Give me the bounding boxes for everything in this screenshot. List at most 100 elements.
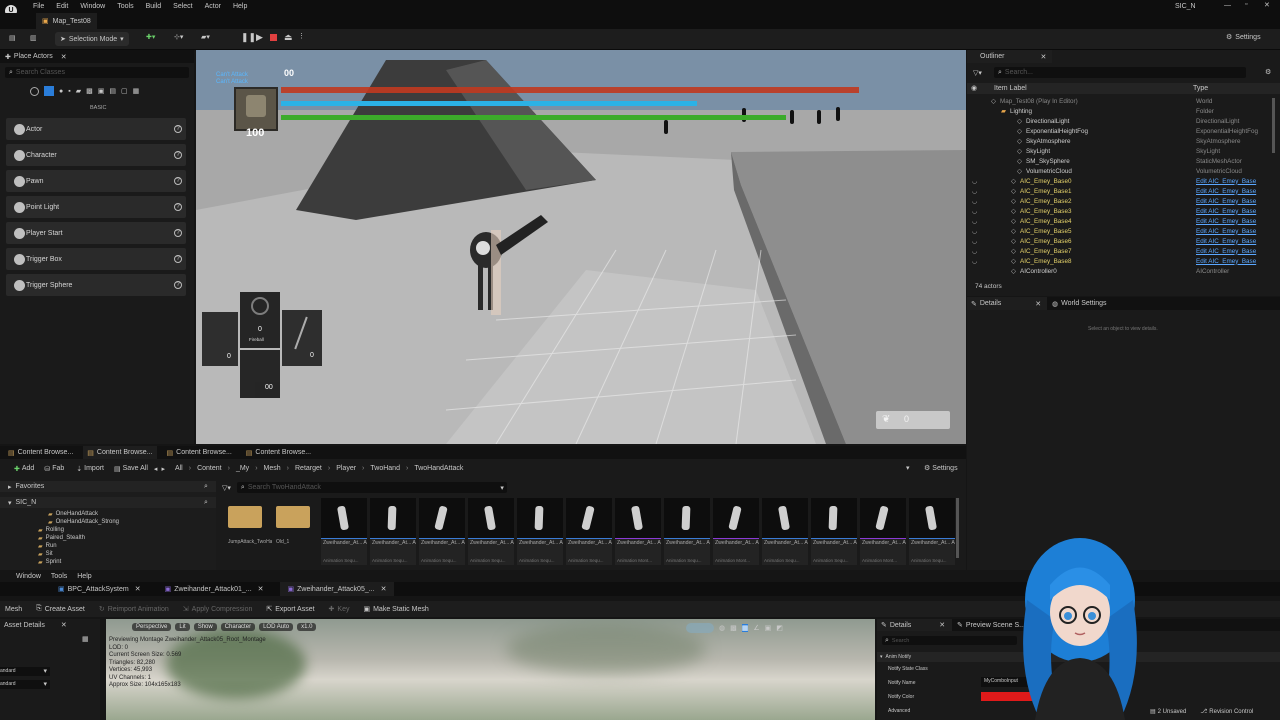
close-tab-icon[interactable]: ✕ (61, 53, 67, 61)
content-browser-tab[interactable]: ▤ Content Browse... (242, 446, 315, 459)
outliner-row[interactable]: ◇ VolumetricCloud VolumetricCloud (970, 166, 1272, 176)
close-window-icon[interactable]: ✕ (1264, 1, 1270, 9)
save-icon[interactable]: ▤ (9, 34, 16, 42)
root-header[interactable]: ▾ SIC_N (0, 497, 216, 508)
visibility-icon[interactable]: ◉ (971, 84, 977, 92)
folder-tree-item[interactable]: ▰ OneHandAttack (48, 510, 119, 518)
asset-tile[interactable]: Zweihander_At... Attack01_2... Animation … (860, 498, 906, 565)
content-browser-tab[interactable]: ▤ Content Browse... (83, 446, 157, 459)
menu-item-help[interactable]: Help (77, 573, 91, 580)
visibility-eye-icon[interactable]: ◡ (972, 238, 977, 245)
actor-item-pawn[interactable]: Pawn? (6, 170, 186, 192)
outliner-search-input[interactable]: ⌕ Search... (994, 67, 1246, 78)
all-classes-icon[interactable]: ▦ (133, 87, 140, 95)
content-browser-tab[interactable]: ▤ Content Browse... (163, 446, 236, 459)
volumes-icon[interactable]: ▤ (109, 87, 116, 95)
lights-icon[interactable]: ● (59, 88, 63, 95)
save-all-button[interactable]: ▤ Save All (114, 465, 148, 473)
menu-item-edit[interactable]: Edit (56, 3, 68, 10)
add-actor-icon[interactable]: ✚▾ (146, 33, 155, 41)
angle-icon[interactable]: ∠ (753, 624, 759, 632)
breadcrumb-item[interactable]: TwoHand (370, 465, 400, 472)
viewport-button[interactable]: Lit (175, 623, 190, 631)
outliner-row[interactable]: ◇ AIController0 AIController (970, 266, 1272, 276)
details-search-input[interactable]: ⌕ Search (882, 636, 1017, 645)
settings-button[interactable]: ⚙ Settings (924, 464, 958, 473)
visual-effects-icon[interactable]: ▩ (86, 87, 93, 95)
outliner-item-type[interactable]: Edit AIC_Emey_Base (1196, 238, 1256, 245)
breadcrumb-item[interactable]: _My (236, 465, 249, 472)
basic-icon[interactable] (44, 86, 54, 96)
unsaved-indicator[interactable]: ▤ 2 Unsaved (1150, 708, 1186, 716)
item-label-header[interactable]: Item Label (994, 85, 1027, 92)
breadcrumb-item[interactable]: All (175, 465, 183, 472)
globe-icon[interactable]: ◍ (719, 624, 725, 632)
viewport-button[interactable]: LOD Auto (259, 623, 294, 631)
help-icon[interactable]: ? (174, 229, 182, 237)
favorites-header[interactable]: ▸ Favorites (0, 481, 216, 492)
preview-viewport[interactable]: Perspective Lit Show Character LOD Auto x1.0 … (106, 619, 875, 720)
history-back-icon[interactable]: ◂ (154, 465, 158, 473)
breadcrumb-item[interactable]: Content (197, 465, 222, 472)
selection-mode-dropdown[interactable]: ➤ Selection Mode ▾ (55, 32, 129, 46)
details-tab[interactable]: ✎ Details ✕ (967, 297, 1047, 310)
shapes-icon[interactable]: ▪ (68, 88, 70, 95)
help-icon[interactable]: ? (174, 177, 182, 185)
grid-icon[interactable]: ▦ (82, 635, 89, 643)
outliner-row[interactable]: ◡ ◇ AIC_Emey_Base4 Edit AIC_Emey_Base (970, 216, 1272, 226)
asset-tile[interactable]: Zweihander_At... Attack01_1... Animation … (713, 498, 759, 565)
asset-tile[interactable]: Zweihander_At... Attack02_1... Animation … (419, 498, 465, 565)
stop-icon[interactable] (270, 34, 277, 41)
fab-button[interactable]: ⛁ Fab (44, 465, 64, 473)
classes-icon[interactable]: ▢ (121, 87, 128, 95)
world-settings-tab[interactable]: ◍ World Settings (1047, 300, 1107, 308)
search-icon[interactable]: ⌕ (204, 483, 208, 491)
outliner-item-type[interactable]: Edit AIC_Emey_Base (1196, 208, 1256, 215)
outliner-item-type[interactable]: Edit AIC_Emey_Base (1196, 228, 1256, 235)
move-tool-icon[interactable] (686, 623, 714, 633)
asset-tile[interactable]: Zweihander_At... Attack01_1... Animation … (664, 498, 710, 565)
anim-toolbar-button[interactable]: ✚ Key (329, 605, 350, 614)
anim-toolbar-button[interactable]: ⎘ Create Asset (36, 605, 85, 613)
visibility-eye-icon[interactable]: ◡ (972, 248, 977, 255)
asset-tile[interactable]: Zweihander_At... Attack02_Loop... Animati… (517, 498, 563, 565)
asset-tile[interactable]: Zweihander_At... Attack02_Start... Animat… (615, 498, 661, 565)
asset-search-input[interactable]: ⌕ Search TwoHandAttack ▾ (236, 482, 507, 493)
anim-editor-tab[interactable]: ▣ BPC_AttackSystem ✕ (50, 582, 149, 596)
history-forward-icon[interactable]: ▸ (161, 465, 165, 473)
scrollbar[interactable] (1272, 98, 1275, 153)
close-tab-icon[interactable]: ✕ (1041, 53, 1047, 61)
add-button[interactable]: ✚ Add (14, 465, 34, 473)
viewport-button[interactable]: x1.0 (297, 623, 317, 631)
asset-tile[interactable]: Zweihander_At... Attack02_Start... Animat… (566, 498, 612, 565)
place-actors-tab[interactable]: ✚ Place Actors ✕ (0, 50, 194, 63)
outliner-item-type[interactable]: Edit AIC_Emey_Base (1196, 188, 1256, 195)
menu-item-select[interactable]: Select (173, 3, 192, 10)
outliner-row[interactable]: ◇ Map_Test08 (Play In Editor) World (970, 96, 1272, 106)
outliner-tab[interactable]: Outliner ✕ (967, 50, 1052, 63)
close-tab-icon[interactable]: ✕ (135, 585, 141, 593)
maximize-icon[interactable]: ▫ (1245, 1, 1247, 8)
actor-item-trigger-sphere[interactable]: Trigger Sphere? (6, 274, 186, 296)
outliner-row[interactable]: ◇ DirectionalLight DirectionalLight (970, 116, 1272, 126)
dropdown[interactable]: andard ▾ (0, 667, 50, 676)
search-icon[interactable]: ⌕ (204, 499, 208, 507)
menu-item-help[interactable]: Help (233, 3, 247, 10)
close-tab-icon[interactable]: ✕ (1035, 300, 1041, 308)
visibility-eye-icon[interactable]: ◡ (972, 208, 977, 215)
outliner-row[interactable]: ◡ ◇ AIC_Emey_Base1 Edit AIC_Emey_Base (970, 186, 1272, 196)
content-icon[interactable]: ▥ (30, 34, 37, 42)
blueprint-icon[interactable]: ⊹▾ (174, 33, 183, 41)
anim-toolbar-button[interactable]: ⇱ Export Asset (266, 605, 314, 614)
outliner-item-type[interactable]: Edit AIC_Emey_Base (1196, 248, 1256, 255)
outliner-row[interactable]: ◇ SkyLight SkyLight (970, 146, 1272, 156)
import-button[interactable]: ⇣ Import (76, 465, 104, 473)
menu-item-tools[interactable]: Tools (51, 573, 67, 580)
geometry-icon[interactable]: ▣ (98, 87, 105, 95)
viewport-button[interactable]: Show (193, 623, 217, 631)
outliner-row[interactable]: ◡ ◇ AIC_Emey_Base3 Edit AIC_Emey_Base (970, 206, 1272, 216)
outliner-item-type[interactable]: Edit AIC_Emey_Base (1196, 198, 1256, 205)
visibility-eye-icon[interactable]: ◡ (972, 258, 977, 265)
outliner-item-type[interactable]: Edit AIC_Emey_Base (1196, 258, 1256, 265)
details-tab[interactable]: ✎ Details ✕ (877, 619, 952, 631)
